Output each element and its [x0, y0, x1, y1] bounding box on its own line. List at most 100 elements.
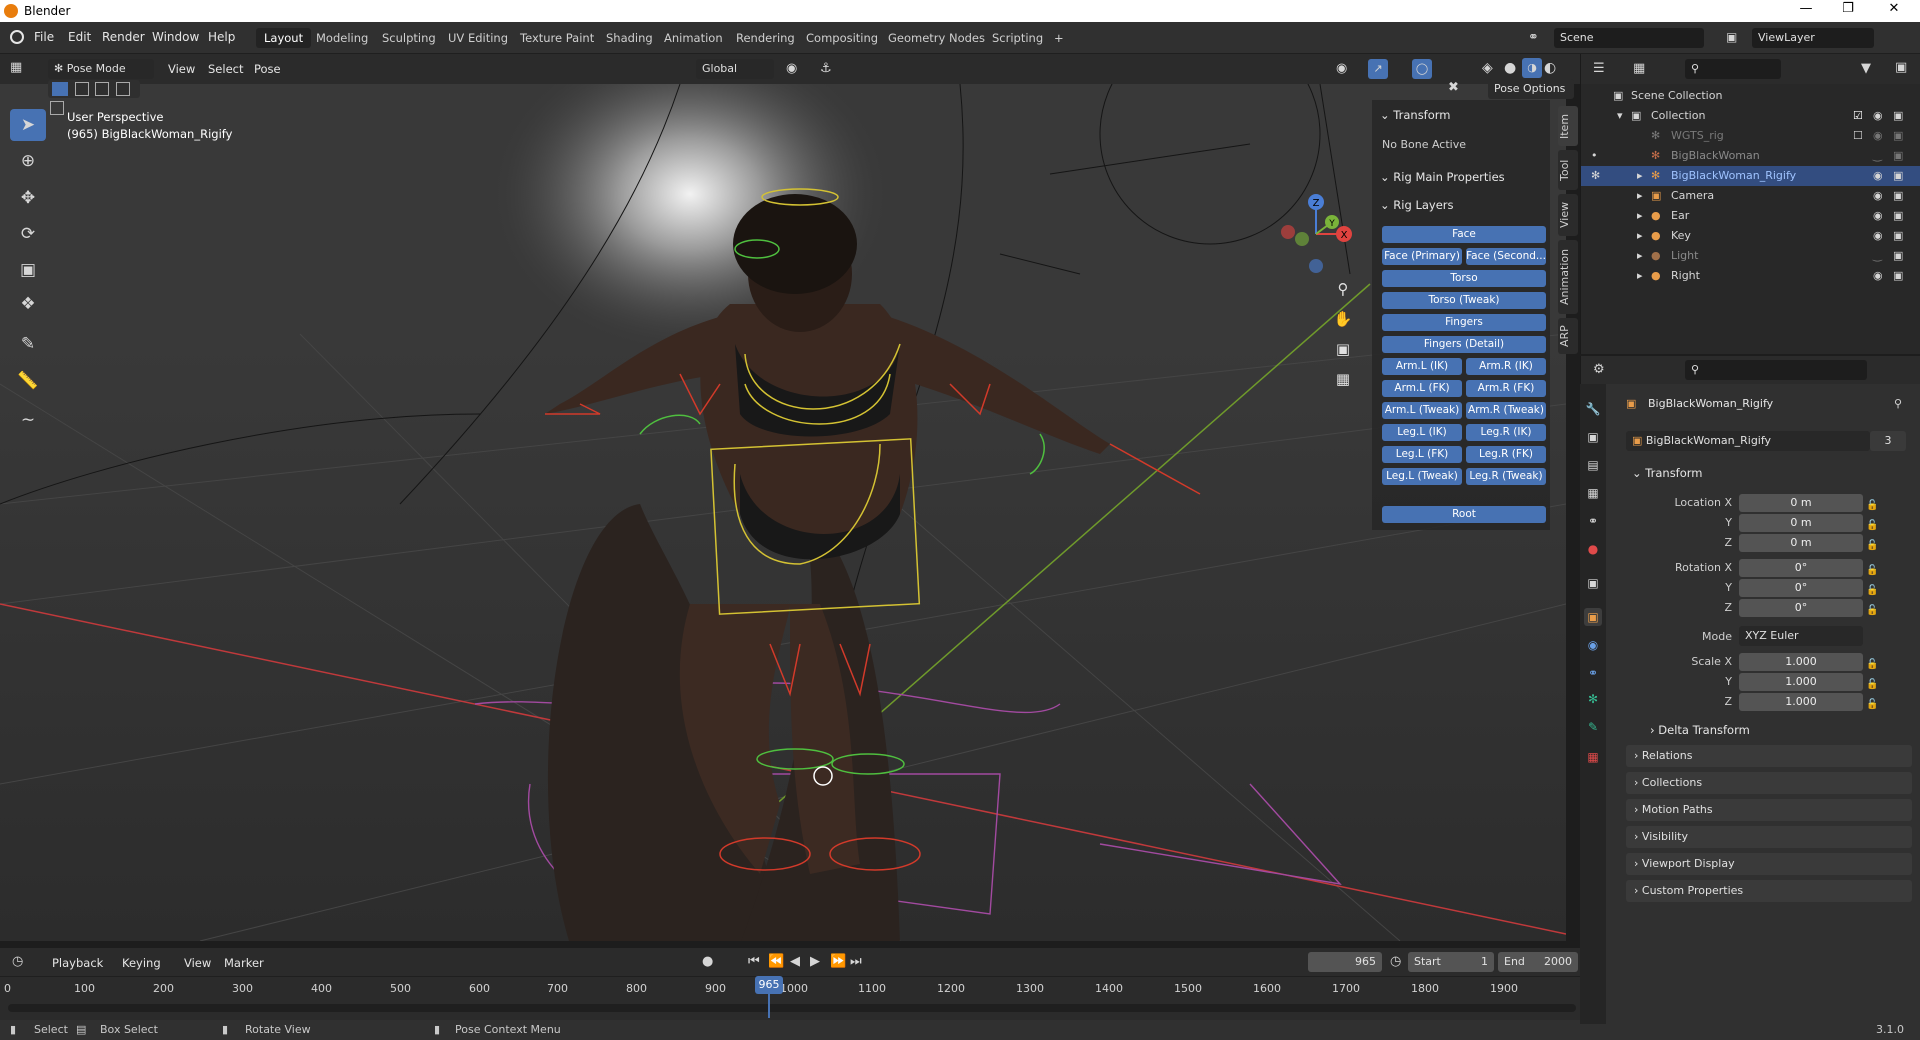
rig-layer-arm-l-ik[interactable]: Arm.L (IK) — [1382, 358, 1462, 375]
panel-rig-layers-header[interactable]: ⌄ Rig Layers — [1380, 198, 1454, 212]
rig-layer-torso-tweak[interactable]: Torso (Tweak) — [1382, 292, 1546, 309]
play-reverse-icon[interactable]: ◀ — [790, 954, 800, 969]
rig-layer-leg-r-fk[interactable]: Leg.R (FK) — [1466, 446, 1546, 463]
rig-layer-arm-r-tweak[interactable]: Arm.R (Tweak) — [1466, 402, 1546, 419]
render-tab-icon[interactable]: ▣ — [1584, 428, 1602, 446]
tab-scripting[interactable]: Scripting — [984, 28, 1051, 48]
object-name-field[interactable]: ▣ BigBlackWoman_Rigify — [1626, 431, 1870, 451]
sidebar-tab-item[interactable]: Item — [1558, 106, 1578, 146]
jump-keyframe-forward-icon[interactable]: ⏩ — [830, 954, 846, 969]
select-mode-buttons[interactable] — [48, 80, 140, 115]
rig-layer-arm-l-fk[interactable]: Arm.L (FK) — [1382, 380, 1462, 397]
select-mode-extend-icon[interactable] — [74, 82, 89, 96]
tab-animation[interactable]: Animation — [656, 28, 731, 48]
timeline-editor-type-icon[interactable]: ◷ — [12, 954, 23, 969]
eye-icon[interactable]: ◉ — [1873, 169, 1883, 182]
rig-layer-torso[interactable]: Torso — [1382, 270, 1546, 287]
location-z-field[interactable]: 0 m — [1739, 534, 1863, 552]
properties-editor-type-icon[interactable]: ⚙ — [1593, 362, 1605, 377]
rotation-z-field[interactable]: 0° — [1739, 599, 1863, 617]
outliner-row[interactable]: ▸ ● Ear ◉ ▣ — [1581, 206, 1920, 226]
rig-layer-face[interactable]: Face — [1382, 226, 1546, 243]
scale-z-field[interactable]: 1.000 — [1739, 693, 1863, 711]
blender-menu-icon[interactable] — [10, 30, 24, 44]
pose-options-icon[interactable]: ✖ — [1448, 80, 1459, 95]
mode-selector[interactable]: ✻ Pose Mode — [48, 59, 154, 79]
eye-icon[interactable]: ◉ — [1873, 229, 1883, 242]
viewport-menu-view[interactable]: View — [168, 62, 195, 76]
scene-tab-icon[interactable]: ⚭ — [1584, 512, 1602, 530]
measure-icon[interactable]: 📏 — [10, 365, 46, 397]
pivot-icon[interactable]: ◉ — [786, 61, 797, 76]
sidebar-tab-tool[interactable]: Tool — [1558, 150, 1578, 190]
sidebar-tab-view[interactable]: View — [1558, 194, 1578, 236]
rotation-y-field[interactable]: 0° — [1739, 579, 1863, 597]
checkbox-icon[interactable]: ☑ — [1853, 109, 1863, 122]
pin-icon[interactable]: ⚲ — [1894, 397, 1902, 410]
material-shading-icon[interactable]: ◑ — [1522, 58, 1542, 78]
outliner-search-input[interactable]: ⚲ — [1685, 59, 1781, 79]
sidebar-tab-arp[interactable]: ARP — [1558, 318, 1578, 354]
collections-panel[interactable]: › Collections — [1626, 772, 1912, 794]
camera-render-icon[interactable]: ▣ — [1893, 149, 1903, 162]
custom-properties-panel[interactable]: › Custom Properties — [1626, 880, 1912, 902]
menu-edit[interactable]: Edit — [68, 30, 91, 44]
rig-layer-fingers-detail[interactable]: Fingers (Detail) — [1382, 336, 1546, 353]
minimize-icon[interactable]: — — [1786, 1, 1826, 16]
panel-transform-header[interactable]: ⌄ Transform — [1380, 108, 1451, 122]
rotation-mode-select[interactable]: XYZ Euler — [1739, 626, 1863, 646]
camera-render-icon[interactable]: ▣ — [1893, 169, 1903, 182]
select-mode-new-icon[interactable] — [52, 82, 68, 96]
expand-arrow-icon[interactable]: ▸ — [1637, 169, 1643, 182]
timeline-scrollbar[interactable] — [8, 1004, 1576, 1012]
location-y-field[interactable]: 0 m — [1739, 514, 1863, 532]
camera-render-icon[interactable]: ▣ — [1893, 269, 1903, 282]
outliner-row[interactable]: ✻ WGTS_rig ☐ ◉ ▣ — [1581, 126, 1920, 146]
menu-file[interactable]: File — [34, 30, 54, 44]
object-tab-icon[interactable]: ▣ — [1584, 608, 1602, 626]
wireframe-shading-icon[interactable]: ◈ — [1482, 60, 1493, 76]
eye-hidden-icon[interactable]: ‿ — [1873, 249, 1882, 262]
camera-render-icon[interactable]: ▣ — [1893, 209, 1903, 222]
move-icon[interactable]: ✥ — [10, 182, 46, 214]
eye-icon[interactable]: ◉ — [1873, 189, 1883, 202]
eye-icon[interactable]: ◉ — [1873, 109, 1883, 122]
expand-arrow-icon[interactable]: ▸ — [1637, 209, 1643, 222]
tab-compositing[interactable]: Compositing — [798, 28, 886, 48]
timeline-menu-view[interactable]: View — [184, 956, 211, 970]
overlay-toggle-icon[interactable]: ◯ — [1412, 59, 1432, 79]
timeline-menu-keying[interactable]: Keying — [122, 956, 161, 970]
rig-layer-leg-r-tweak[interactable]: Leg.R (Tweak) — [1466, 468, 1546, 485]
tab-modeling[interactable]: Modeling — [308, 28, 376, 48]
select-mode-intersect-icon[interactable] — [50, 101, 64, 115]
delta-transform-header[interactable]: › Delta Transform — [1650, 723, 1750, 737]
scene-selector[interactable]: Scene — [1554, 28, 1704, 48]
rig-layer-arm-l-tweak[interactable]: Arm.L (Tweak) — [1382, 402, 1462, 419]
current-frame-field[interactable]: 965 — [1308, 952, 1382, 972]
select-mode-subtract-icon[interactable] — [95, 82, 109, 96]
solid-shading-icon[interactable]: ● — [1504, 60, 1516, 76]
rig-layer-leg-l-ik[interactable]: Leg.L (IK) — [1382, 424, 1462, 441]
properties-search-input[interactable]: ⚲ — [1685, 360, 1867, 380]
panel-rig-main-header[interactable]: ⌄ Rig Main Properties — [1380, 170, 1505, 184]
outliner-row[interactable]: • ✻ BigBlackWoman ‿ ▣ — [1581, 146, 1920, 166]
navigation-gizmo[interactable]: X Z Y — [1281, 194, 1352, 273]
world-tab-icon[interactable]: ● — [1584, 540, 1602, 558]
motion-paths-panel[interactable]: › Motion Paths — [1626, 799, 1912, 821]
camera-render-icon[interactable]: ▣ — [1893, 189, 1903, 202]
output-tab-icon[interactable]: ▤ — [1584, 456, 1602, 474]
modifier-tab-icon[interactable]: ◉ — [1584, 636, 1602, 654]
visibility-icon[interactable]: ◉ — [1336, 61, 1347, 76]
tab-layout[interactable]: Layout — [256, 28, 312, 48]
end-frame-field[interactable]: End 2000 — [1498, 952, 1578, 972]
tool-tab-icon[interactable]: 🔧 — [1584, 400, 1602, 418]
outliner-row-selected[interactable]: ✻ ▸ ✻ BigBlackWoman_Rigify ◉ ▣ — [1581, 166, 1920, 186]
camera-render-icon[interactable]: ▣ — [1893, 229, 1903, 242]
tab-uv-editing[interactable]: UV Editing — [440, 28, 516, 48]
timeline-menu-marker[interactable]: Marker — [224, 956, 264, 970]
pose-options-button[interactable]: Pose Options — [1488, 79, 1574, 99]
expand-arrow-icon[interactable]: ▸ — [1637, 269, 1643, 282]
rig-layer-face-primary[interactable]: Face (Primary) — [1382, 248, 1462, 265]
viewport-menu-select[interactable]: Select — [208, 62, 243, 76]
menu-help[interactable]: Help — [208, 30, 235, 44]
